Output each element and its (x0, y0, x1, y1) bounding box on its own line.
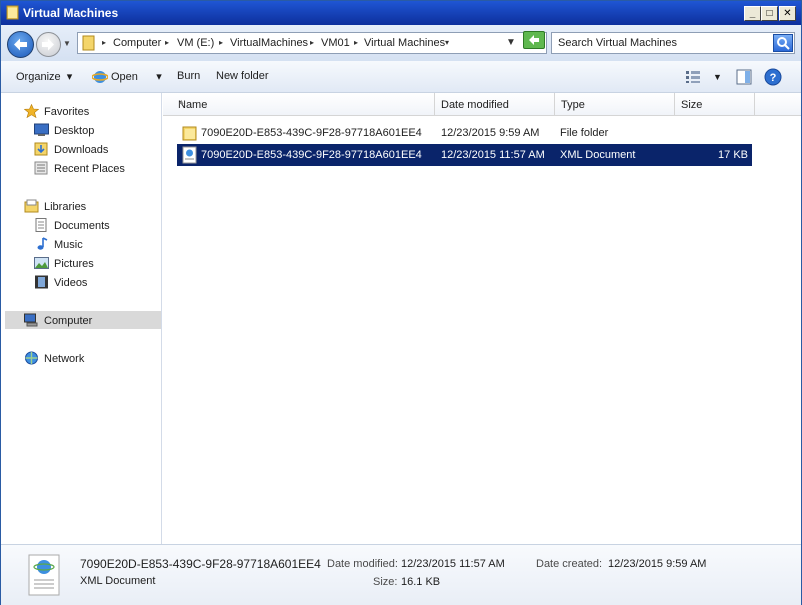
chevron-right-icon[interactable]: ▸ (102, 38, 106, 47)
documents-icon (35, 218, 47, 232)
organize-button[interactable]: Organize ▾ (16, 70, 72, 83)
details-pane: 7090E20D-E853-439C-9F28-97718A601EE4 XML… (1, 544, 801, 605)
breadcrumb-virtual-machines[interactable]: Virtual Machines (364, 37, 445, 49)
view-dropdown-icon[interactable]: ▼ (713, 72, 722, 82)
window-title: Virtual Machines (23, 6, 119, 20)
xml-document-icon (28, 554, 60, 596)
details-file-name: 7090E20D-E853-439C-9F28-97718A601EE4 (80, 557, 321, 571)
view-options-icon[interactable] (685, 70, 701, 84)
file-type: XML Document (560, 149, 636, 161)
arrow-left-icon (14, 38, 27, 51)
file-list: Name ▲ Date modified Type Size 7090E20D-… (163, 93, 801, 544)
refresh-icon (529, 35, 539, 45)
details-date-modified: 12/23/2015 11:57 AM (401, 558, 505, 570)
file-name: 7090E20D-E853-439C-9F28-97718A601EE4 (201, 149, 422, 161)
file-size: 17 KB (718, 149, 748, 161)
file-name: 7090E20D-E853-439C-9F28-97718A601EE4 (201, 127, 422, 139)
details-size: 16.1 KB (401, 576, 441, 588)
help-icon[interactable]: ? (764, 68, 782, 86)
music-note-icon (37, 237, 48, 250)
history-dropdown-icon[interactable]: ▼ (63, 39, 71, 48)
file-date: 12/23/2015 9:59 AM (441, 127, 540, 139)
downloads-folder-icon (34, 142, 48, 156)
network-icon (25, 351, 38, 365)
pictures-icon (34, 257, 49, 269)
column-size[interactable]: Size (675, 93, 755, 116)
chevron-down-icon[interactable]: ▾ (445, 38, 449, 47)
details-date-created-label: Date created: (536, 558, 603, 570)
recent-places-icon (34, 161, 48, 175)
title-bar[interactable]: Virtual Machines _ □ ✕ (1, 1, 801, 25)
star-icon (24, 104, 39, 118)
details-file-type: XML Document (80, 575, 156, 587)
computer-icon (24, 313, 38, 327)
breadcrumb-vm-drive[interactable]: VM (E:) (177, 37, 214, 49)
libraries-icon (24, 199, 39, 213)
folder-icon (6, 5, 19, 20)
search-icon[interactable] (773, 34, 793, 52)
minimize-button[interactable]: _ (744, 6, 761, 21)
file-type: File folder (560, 127, 609, 139)
videos-icon (35, 275, 48, 289)
breadcrumb-vm01[interactable]: VM01 (321, 37, 350, 49)
svg-text:?: ? (770, 72, 777, 84)
folder-icon (82, 35, 95, 51)
preview-pane-icon[interactable] (736, 69, 752, 85)
back-button[interactable] (7, 31, 34, 58)
address-bar[interactable]: ▸ Computer ▸ VM (E:) ▸ VirtualMachines ▸… (77, 32, 547, 54)
column-header-row: Name ▲ Date modified Type Size (163, 93, 801, 116)
search-box[interactable]: Search Virtual Machines (551, 32, 795, 54)
refresh-button[interactable] (523, 31, 545, 49)
open-button[interactable]: Open ▾ (111, 70, 162, 83)
search-input[interactable]: Search Virtual Machines (558, 37, 677, 49)
details-date-modified-label: Date modified: (327, 558, 398, 570)
chevron-right-icon[interactable]: ▸ (165, 38, 169, 47)
explorer-window: Virtual Machines _ □ ✕ ▼ ▸ Computer ▸ VM… (0, 0, 802, 605)
desktop-icon (34, 123, 49, 136)
file-row-xml[interactable]: 7090E20D-E853-439C-9F28-97718A601EE4 12/… (177, 144, 752, 166)
file-row-folder[interactable]: 7090E20D-E853-439C-9F28-97718A601EE4 12/… (177, 122, 752, 144)
details-date-created: 12/23/2015 9:59 AM (608, 558, 707, 570)
chevron-right-icon[interactable]: ▸ (310, 38, 314, 47)
arrow-right-icon (42, 38, 54, 51)
burn-button[interactable]: Burn (177, 70, 200, 82)
column-type[interactable]: Type (555, 93, 675, 116)
ie-icon (92, 71, 108, 83)
xml-document-icon (182, 146, 197, 164)
breadcrumb-computer[interactable]: Computer (113, 37, 161, 49)
navigation-pane: Favorites Desktop Downloads Recent Place… (1, 93, 162, 544)
chevron-right-icon[interactable]: ▸ (354, 38, 358, 47)
address-row: ▼ ▸ Computer ▸ VM (E:) ▸ VirtualMachines… (1, 25, 801, 61)
file-date: 12/23/2015 11:57 AM (441, 149, 545, 161)
close-button[interactable]: ✕ (779, 6, 796, 21)
breadcrumb-virtualmachines[interactable]: VirtualMachines (230, 37, 308, 49)
new-folder-button[interactable]: New folder (216, 70, 269, 82)
column-date-modified[interactable]: Date modified (435, 93, 555, 116)
command-bar: Organize ▾ Open ▾ Burn New folder ▼ ? (1, 61, 801, 93)
forward-button[interactable] (36, 32, 61, 57)
chevron-right-icon[interactable]: ▸ (219, 38, 223, 47)
address-dropdown-icon[interactable]: ▼ (506, 37, 516, 48)
details-size-label: Size: (373, 576, 398, 588)
column-name[interactable]: Name ▲ (172, 93, 435, 116)
maximize-button[interactable]: □ (761, 6, 778, 21)
folder-icon (182, 126, 197, 141)
sort-ascending-icon: ▲ (178, 99, 185, 106)
